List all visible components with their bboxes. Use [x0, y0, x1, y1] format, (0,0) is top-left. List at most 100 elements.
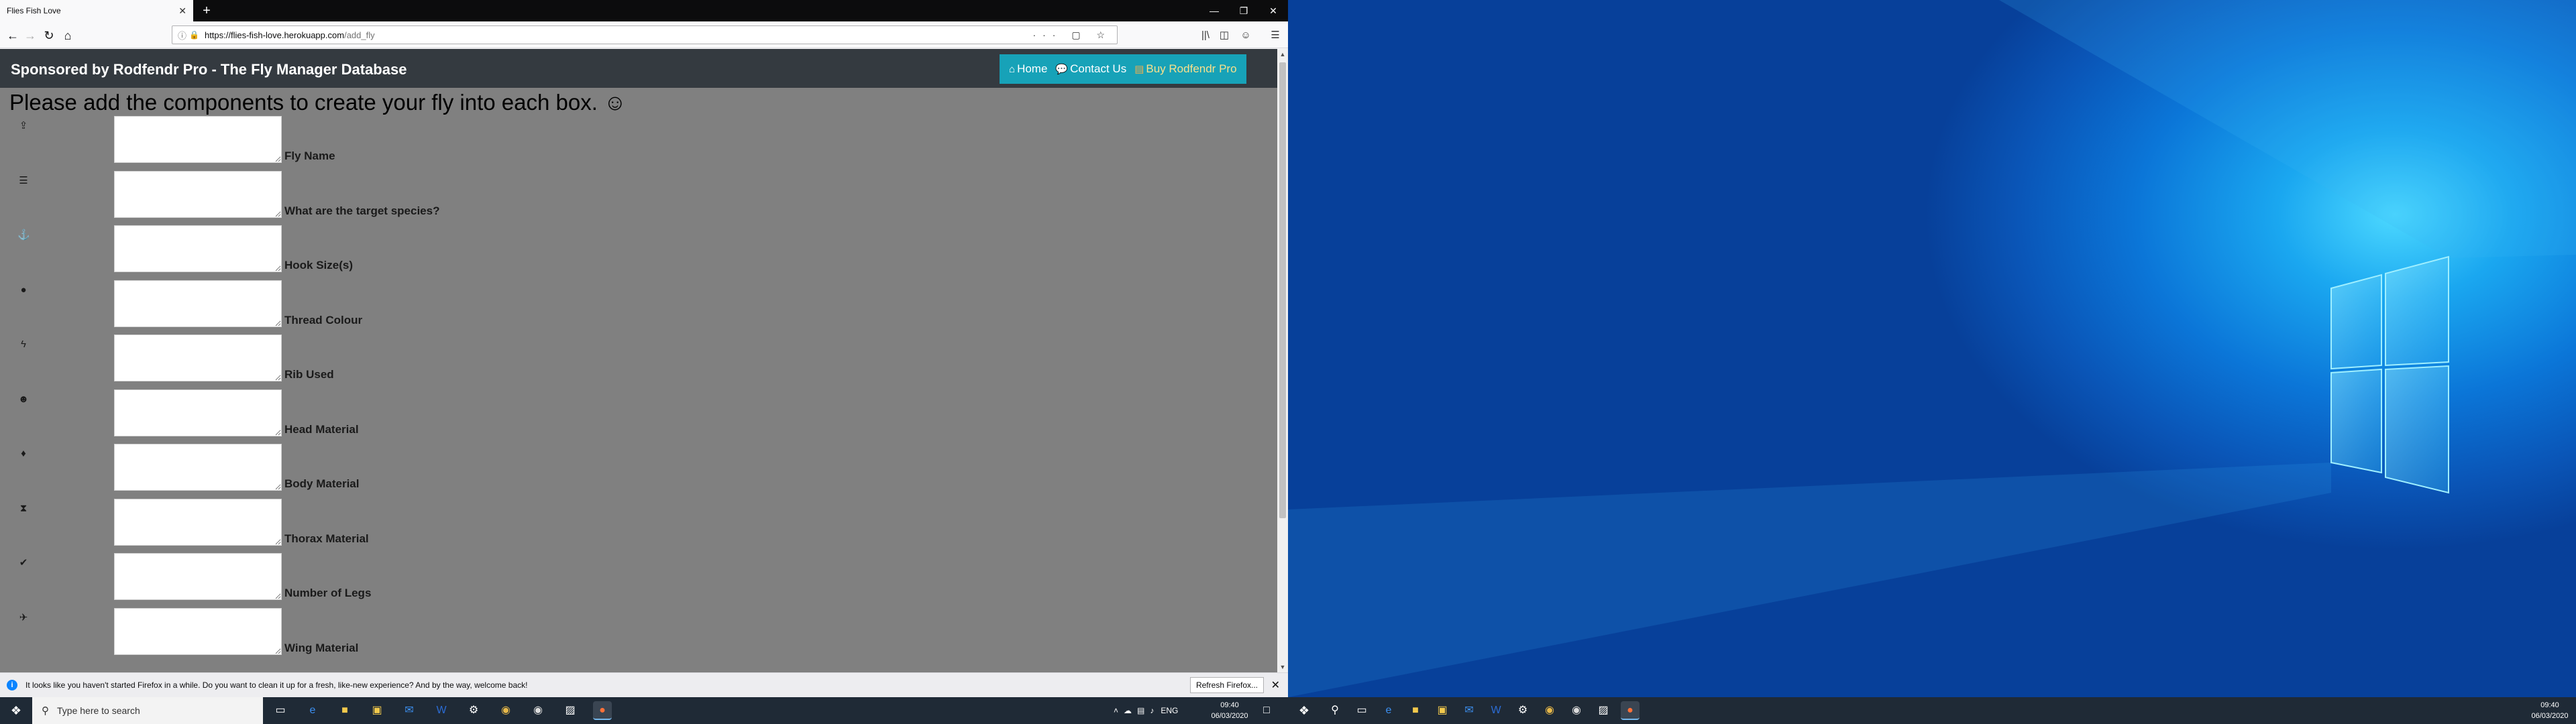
photos-icon[interactable]: ▨: [561, 701, 580, 720]
tab-close-icon[interactable]: ✕: [178, 5, 186, 17]
field-input[interactable]: [114, 116, 282, 163]
scroll-thumb[interactable]: [1279, 62, 1286, 518]
form-row: ☻ Head Material: [0, 389, 1275, 443]
clock[interactable]: 09:40 06/03/2020: [2526, 700, 2573, 721]
restore-button[interactable]: ❐: [1229, 0, 1258, 21]
scroll-down-icon[interactable]: ▼: [1277, 662, 1288, 672]
chrome-icon[interactable]: ◉: [496, 701, 515, 720]
settings-icon[interactable]: ⚙: [464, 701, 483, 720]
store-icon[interactable]: ▣: [1433, 701, 1452, 720]
firefox-notification-bar: i It looks like you haven't started Fire…: [0, 672, 1288, 697]
form-row: ☰ What are the target species?: [0, 170, 1275, 225]
browser-tab[interactable]: Flies Fish Love ✕: [0, 0, 193, 21]
minimize-button[interactable]: —: [1199, 0, 1229, 21]
back-icon[interactable]: ←: [4, 27, 21, 44]
url-bar[interactable]: ⓘ 🔒 https://flies-fish-love.herokuapp.co…: [172, 25, 1118, 44]
edge-icon[interactable]: e: [1379, 701, 1398, 720]
refresh-firefox-button[interactable]: Refresh Firefox...: [1189, 677, 1264, 693]
right-monitor: ❖ ⚲ ▭ e ■ ▣ ✉ W ⚙ ◉ ◉ ▨ ● 09:40 06/03/20…: [1288, 0, 2576, 724]
field-label: Number of Legs: [284, 587, 372, 599]
volume-icon[interactable]: ♪: [1150, 706, 1154, 715]
field-input[interactable]: [114, 389, 282, 436]
form-row: ⚓ Hook Size(s): [0, 225, 1275, 279]
field-input[interactable]: [114, 553, 282, 600]
form-row: ⇪ Fly Name: [0, 116, 1275, 170]
hourglass-icon: ⧗: [19, 502, 28, 514]
file-explorer-icon[interactable]: ■: [1406, 701, 1425, 720]
chrome-icon[interactable]: ◉: [1540, 701, 1559, 720]
system-tray[interactable]: ˄ ☁ ▤ ♪ ENG: [1114, 697, 1178, 724]
mail-icon[interactable]: ✉: [400, 701, 419, 720]
windows-start-icon[interactable]: ❖: [0, 697, 32, 724]
windows-start-icon[interactable]: ❖: [1288, 697, 1320, 724]
clock-date: 06/03/2020: [1211, 712, 1248, 720]
settings-icon[interactable]: ⚙: [1513, 701, 1532, 720]
drop-icon: ♦: [21, 448, 26, 459]
tab-title: Flies Fish Love: [7, 6, 61, 15]
menu-icon[interactable]: ☰: [1268, 28, 1283, 43]
file-explorer-icon[interactable]: ■: [335, 701, 354, 720]
taskbar-left: ❖ ⚲ Type here to search ▭ e ■ ▣ ✉ W ⚙ ◉ …: [0, 697, 1288, 724]
clock-time: 09:40: [2540, 701, 2559, 709]
form-row: ϟ Rib Used: [0, 335, 1275, 388]
url-host: https://flies-fish-love.herokuapp.com: [204, 29, 345, 40]
store-icon[interactable]: ▣: [368, 701, 386, 720]
field-input[interactable]: [114, 170, 282, 218]
photos-icon[interactable]: ▨: [1594, 701, 1613, 720]
action-center-icon[interactable]: □: [1258, 703, 1275, 719]
site-brand[interactable]: Sponsored by Rodfendr Pro - The Fly Mana…: [11, 61, 407, 78]
nav-buy-label: Buy Rodfendr Pro: [1146, 62, 1237, 75]
word-icon[interactable]: W: [1487, 701, 1505, 720]
field-input[interactable]: [114, 607, 282, 655]
chrome-canary-icon[interactable]: ◉: [1567, 701, 1586, 720]
form-row: ● Thread Colour: [0, 280, 1275, 334]
reload-icon[interactable]: ↻: [40, 27, 58, 44]
taskbar-search[interactable]: ⚲ Type here to search: [32, 697, 263, 724]
left-monitor: Flies Fish Love ✕ + — ❐ ✕ ← → ↻ ⌂ ⓘ 🔒 ht…: [0, 0, 1288, 724]
field-input[interactable]: [114, 498, 282, 546]
new-tab-button[interactable]: +: [199, 3, 215, 19]
forward-icon[interactable]: →: [21, 27, 39, 44]
nav-buy-link[interactable]: ▤ Buy Rodfendr Pro: [1134, 62, 1236, 76]
web-page: Sponsored by Rodfendr Pro - The Fly Mana…: [0, 49, 1277, 672]
field-input[interactable]: [114, 225, 282, 272]
field-label: Head Material: [284, 422, 359, 436]
page-scrollbar[interactable]: ▲ ▼: [1277, 49, 1288, 672]
chrome-canary-icon[interactable]: ◉: [529, 701, 547, 720]
network-icon[interactable]: ▤: [1137, 706, 1144, 715]
close-icon[interactable]: ✕: [1271, 678, 1280, 692]
page-heading: Please add the components to create your…: [9, 90, 627, 115]
nav-home-link[interactable]: ⌂ Home: [1009, 62, 1047, 76]
scroll-up-icon[interactable]: ▲: [1277, 49, 1288, 60]
word-icon[interactable]: W: [432, 701, 451, 720]
page-actions-icon[interactable]: ··· ▢ ☆: [1032, 29, 1112, 41]
onedrive-icon[interactable]: ☁: [1124, 706, 1132, 715]
field-input[interactable]: [114, 335, 282, 381]
language-indicator[interactable]: ENG: [1161, 706, 1178, 715]
taskbar-right: ❖ ⚲ ▭ e ■ ▣ ✉ W ⚙ ◉ ◉ ▨ ● 09:40 06/03/20…: [1288, 697, 2576, 724]
mail-icon[interactable]: ✉: [1460, 701, 1479, 720]
form-row: ♦ Body Material: [0, 444, 1275, 497]
home-icon: ⌂: [1009, 64, 1016, 75]
sidebar-icon[interactable]: ◫: [1217, 28, 1232, 43]
firefox-icon[interactable]: ●: [593, 701, 612, 720]
site-navbar: Sponsored by Rodfendr Pro - The Fly Mana…: [0, 49, 1277, 88]
firefox-icon[interactable]: ●: [1621, 701, 1640, 720]
task-view-icon[interactable]: ▭: [271, 701, 290, 720]
close-window-button[interactable]: ✕: [1258, 0, 1288, 21]
search-icon[interactable]: ⚲: [1326, 701, 1344, 720]
browser-toolbar: ← → ↻ ⌂ ⓘ 🔒 https://flies-fish-love.hero…: [0, 21, 1288, 48]
chevron-up-icon[interactable]: ˄: [1114, 706, 1118, 715]
field-input[interactable]: [114, 444, 282, 491]
account-icon[interactable]: ☺: [1238, 28, 1253, 43]
home-icon[interactable]: ⌂: [59, 27, 76, 44]
edge-icon[interactable]: e: [303, 701, 322, 720]
clock[interactable]: 09:40 06/03/2020: [1206, 700, 1253, 721]
info-icon[interactable]: ⓘ: [178, 29, 186, 42]
field-input[interactable]: [114, 280, 282, 327]
windows-logo-wallpaper: [1288, 0, 2576, 697]
library-icon[interactable]: ||\: [1198, 28, 1213, 43]
nav-contact-link[interactable]: 💬 Contact Us: [1055, 62, 1126, 76]
task-view-icon[interactable]: ▭: [1352, 701, 1371, 720]
lock-icon[interactable]: 🔒: [189, 30, 199, 40]
